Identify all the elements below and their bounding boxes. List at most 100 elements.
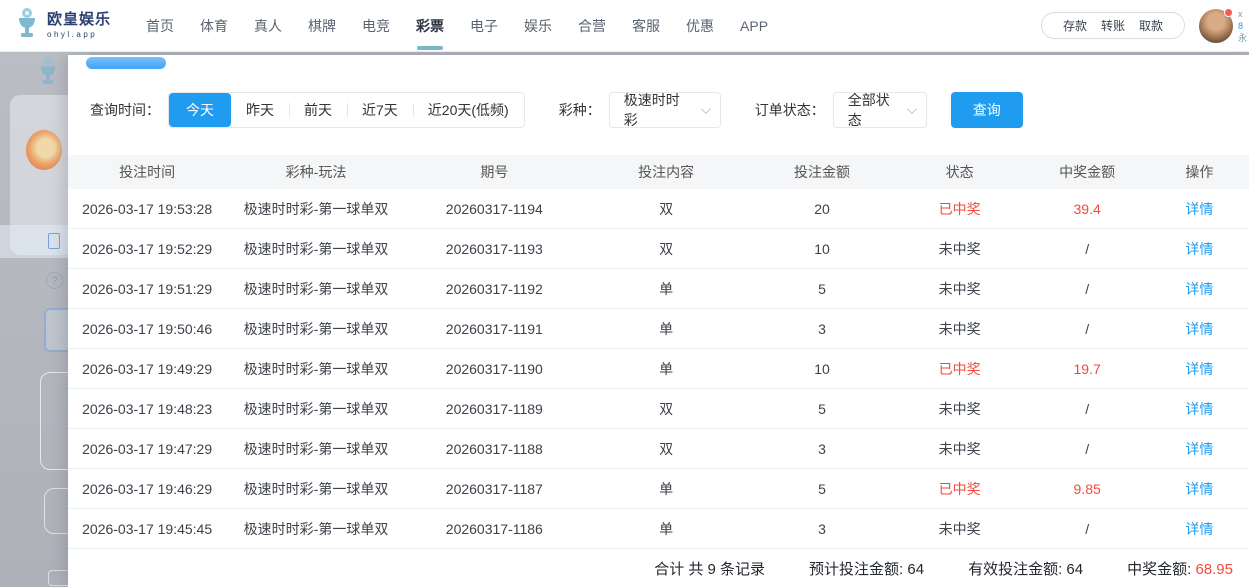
issue-number-cell: 20260317-1190 (406, 361, 583, 377)
nav-item-4[interactable]: 电竞 (362, 8, 390, 44)
lottery-select-value: 极速时时彩 (624, 90, 693, 130)
nav-item-2[interactable]: 真人 (254, 8, 282, 44)
issue-number-cell: 20260317-1189 (406, 401, 583, 417)
bet-content-cell: 单 (583, 519, 750, 539)
site-logo[interactable]: 欧皇娱乐 ohyl.app (14, 7, 111, 44)
table-row: 2026-03-17 19:46:29 极速时时彩-第一球单双 20260317… (68, 469, 1249, 509)
time-range-option-2[interactable]: 前天 (289, 93, 347, 127)
issue-number-cell: 20260317-1188 (406, 441, 583, 457)
bet-amount-cell: 3 (749, 321, 894, 337)
valid-bet-amount: 有效投注金额: 64 (968, 558, 1083, 579)
detail-link[interactable]: 详情 (1185, 481, 1213, 497)
nav-item-0[interactable]: 首页 (146, 8, 174, 44)
issue-number-cell: 20260317-1194 (406, 201, 583, 217)
question-icon: ? (46, 272, 63, 289)
issue-number-cell: 20260317-1192 (406, 281, 583, 297)
user-avatar[interactable] (1199, 9, 1233, 43)
nav-item-8[interactable]: 合营 (578, 8, 606, 44)
status-cell: 未中奖 (895, 439, 1025, 459)
bet-time-cell: 2026-03-17 19:50:46 (68, 321, 226, 337)
table-row: 2026-03-17 19:51:29 极速时时彩-第一球单双 20260317… (68, 269, 1249, 309)
bet-time-cell: 2026-03-17 19:48:23 (68, 401, 226, 417)
lottery-select[interactable]: 极速时时彩 (609, 92, 721, 128)
status-cell: 未中奖 (895, 239, 1025, 259)
bet-amount-cell: 10 (749, 241, 894, 257)
bet-time-cell: 2026-03-17 19:47:29 (68, 441, 226, 457)
table-row: 2026-03-17 19:52:29 极速时时彩-第一球单双 20260317… (68, 229, 1249, 269)
main-nav: 首页 体育 真人 棋牌 电竞 彩票 电子 娱乐 合营 客服 优惠 APP (133, 8, 781, 44)
lottery-playtype-cell: 极速时时彩-第一球单双 (226, 399, 406, 419)
nav-item-9[interactable]: 客服 (632, 8, 660, 44)
column-header-4: 投注金额 (749, 162, 894, 182)
time-filter-label: 查询时间： (90, 100, 160, 120)
logo-title: 欧皇娱乐 (47, 12, 111, 28)
prize-amount-cell: / (1025, 281, 1150, 297)
lottery-playtype-cell: 极速时时彩-第一球单双 (226, 279, 406, 299)
status-cell: 未中奖 (895, 279, 1025, 299)
detail-link[interactable]: 详情 (1185, 361, 1213, 377)
bet-amount-cell: 3 (749, 441, 894, 457)
detail-link[interactable]: 详情 (1185, 441, 1213, 457)
column-header-5: 状态 (895, 162, 1025, 182)
deposit-button[interactable]: 存款 (1063, 17, 1087, 34)
prize-amount-cell: 19.7 (1025, 361, 1150, 377)
notification-dot (1224, 8, 1233, 17)
header-right: 存款 转账 取款 x 8 永 (1041, 8, 1249, 44)
bet-content-cell: 双 (583, 399, 750, 419)
detail-link[interactable]: 详情 (1185, 321, 1213, 337)
column-header-0: 投注时间 (68, 162, 226, 182)
prize-amount-cell: / (1025, 241, 1150, 257)
order-status-select[interactable]: 全部状态 (833, 92, 927, 128)
nav-item-6[interactable]: 电子 (470, 8, 498, 44)
bet-content-cell: 单 (583, 359, 750, 379)
prize-amount-cell: / (1025, 321, 1150, 337)
lottery-playtype-cell: 极速时时彩-第一球单双 (226, 319, 406, 339)
time-range-option-0[interactable]: 今天 (169, 93, 231, 127)
table-row: 2026-03-17 19:45:45 极速时时彩-第一球单双 20260317… (68, 509, 1249, 549)
chevron-down-icon (701, 104, 711, 114)
column-header-7: 操作 (1150, 162, 1249, 182)
bet-time-cell: 2026-03-17 19:53:28 (68, 201, 226, 217)
bet-content-cell: 双 (583, 239, 750, 259)
nav-item-7[interactable]: 娱乐 (524, 8, 552, 44)
time-range-option-1[interactable]: 昨天 (231, 93, 289, 127)
status-cell: 已中奖 (895, 199, 1025, 219)
detail-link[interactable]: 详情 (1185, 401, 1213, 417)
status-cell: 已中奖 (895, 479, 1025, 499)
nav-item-10[interactable]: 优惠 (686, 8, 714, 44)
balance-clipped: 8 (1238, 20, 1249, 32)
status-cell: 未中奖 (895, 519, 1025, 539)
withdraw-button[interactable]: 取款 (1139, 17, 1163, 34)
bet-time-cell: 2026-03-17 19:46:29 (68, 481, 226, 497)
detail-link[interactable]: 详情 (1185, 201, 1213, 217)
detail-link[interactable]: 详情 (1185, 241, 1213, 257)
detail-link[interactable]: 详情 (1185, 281, 1213, 297)
wallet-actions: 存款 转账 取款 (1041, 12, 1185, 39)
detail-link[interactable]: 详情 (1185, 521, 1213, 537)
total-records: 合计 共 9 条记录 (654, 558, 765, 579)
trophy-logo-icon (14, 7, 40, 44)
transfer-button[interactable]: 转账 (1101, 17, 1125, 34)
bet-time-cell: 2026-03-17 19:51:29 (68, 281, 226, 297)
user-info-clipped: x 8 永 (1238, 8, 1249, 44)
query-button[interactable]: 查询 (951, 92, 1023, 128)
status-cell: 未中奖 (895, 319, 1025, 339)
lottery-playtype-cell: 极速时时彩-第一球单双 (226, 519, 406, 539)
time-range-option-4[interactable]: 近20天(低频) (413, 93, 524, 127)
bet-amount-cell: 5 (749, 401, 894, 417)
table-body: 2026-03-17 19:53:28 极速时时彩-第一球单双 20260317… (68, 189, 1249, 549)
nav-item-5[interactable]: 彩票 (416, 8, 444, 44)
nav-item-1[interactable]: 体育 (200, 8, 228, 44)
lottery-playtype-cell: 极速时时彩-第一球单双 (226, 479, 406, 499)
userlink-clipped: 永 (1238, 32, 1249, 44)
bet-amount-cell: 3 (749, 521, 894, 537)
nav-item-3[interactable]: 棋牌 (308, 8, 336, 44)
lottery-playtype-cell: 极速时时彩-第一球单双 (226, 359, 406, 379)
active-tab-underline (417, 46, 443, 50)
nav-item-11[interactable]: APP (740, 10, 768, 42)
top-header: 欧皇娱乐 ohyl.app 首页 体育 真人 棋牌 电竞 彩票 电子 娱乐 合营… (0, 0, 1249, 52)
lottery-playtype-cell: 极速时时彩-第一球单双 (226, 199, 406, 219)
prize-amount-cell: / (1025, 521, 1150, 537)
time-range-option-3[interactable]: 近7天 (347, 93, 413, 127)
issue-number-cell: 20260317-1186 (406, 521, 583, 537)
